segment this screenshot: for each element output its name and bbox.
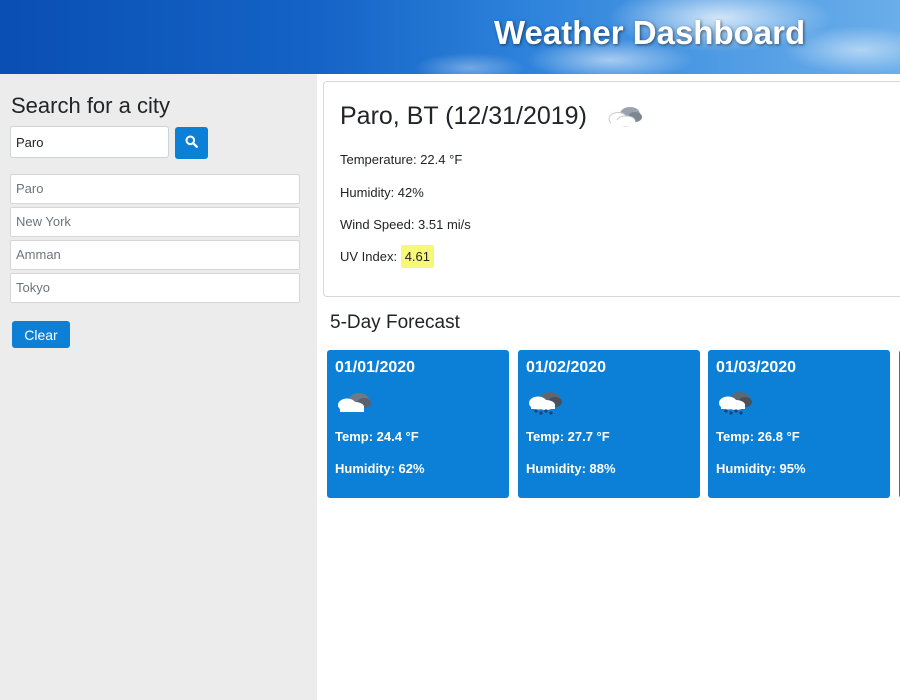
current-weather-card: Paro, BT (12/31/2019) Temperature: 22.4 … bbox=[323, 81, 900, 297]
cloud-icon bbox=[606, 104, 644, 133]
history-item[interactable]: Tokyo bbox=[10, 273, 300, 303]
forecast-date: 01/02/2020 bbox=[526, 359, 607, 376]
forecast-humidity: Humidity: 95% bbox=[716, 461, 806, 476]
forecast-card: 01/03/2020 Temp: 26.8 °F Humidity: 95% bbox=[708, 350, 890, 498]
forecast-title: 5-Day Forecast bbox=[330, 312, 460, 333]
forecast-humidity: Humidity: 88% bbox=[526, 461, 616, 476]
forecast-row: 01/01/2020 Temp: 24.4 °F Humidity: 62% 0… bbox=[327, 350, 900, 498]
humidity-text: Humidity: 42% bbox=[340, 185, 424, 200]
search-history-list: Paro New York Amman Tokyo bbox=[10, 174, 300, 306]
snow-cloud-icon bbox=[526, 390, 564, 421]
search-button[interactable] bbox=[175, 127, 208, 159]
forecast-temp: Temp: 27.7 °F bbox=[526, 429, 610, 444]
uv-index-row: UV Index: 4.61 bbox=[340, 245, 435, 268]
forecast-humidity: Humidity: 62% bbox=[335, 461, 425, 476]
app-title: Weather Dashboard bbox=[494, 14, 806, 51]
forecast-temp: Temp: 24.4 °F bbox=[335, 429, 419, 444]
clear-button[interactable]: Clear bbox=[12, 321, 70, 348]
current-city-heading: Paro, BT (12/31/2019) bbox=[340, 102, 587, 130]
history-item[interactable]: Amman bbox=[10, 240, 300, 270]
forecast-temp: Temp: 26.8 °F bbox=[716, 429, 800, 444]
history-item[interactable]: New York bbox=[10, 207, 300, 237]
uv-index-label: UV Index: bbox=[340, 249, 401, 264]
sidebar-title: Search for a city bbox=[11, 93, 170, 118]
cloud-icon bbox=[335, 390, 373, 419]
forecast-date: 01/03/2020 bbox=[716, 359, 797, 376]
forecast-card: 01/02/2020 Temp: 27.7 °F Humidity: 88% bbox=[518, 350, 700, 498]
search-icon bbox=[185, 135, 198, 151]
sidebar: Search for a city Paro New York Amman To… bbox=[0, 74, 317, 700]
forecast-card: 01/01/2020 Temp: 24.4 °F Humidity: 62% bbox=[327, 350, 509, 498]
uv-index-badge: 4.61 bbox=[400, 245, 435, 268]
history-item[interactable]: Paro bbox=[10, 174, 300, 204]
city-search-input[interactable] bbox=[10, 126, 169, 158]
wind-speed-text: Wind Speed: 3.51 mi/s bbox=[340, 217, 471, 232]
temperature-text: Temperature: 22.4 °F bbox=[340, 152, 463, 167]
snow-cloud-icon bbox=[716, 390, 754, 421]
forecast-date: 01/01/2020 bbox=[335, 359, 416, 376]
header-banner: Weather Dashboard bbox=[0, 0, 900, 74]
